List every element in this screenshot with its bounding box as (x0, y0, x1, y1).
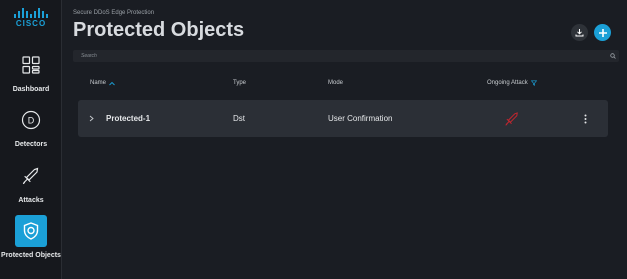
main-content: Secure DDoS Edge Protection Protected Ob… (62, 0, 627, 279)
sidebar-item-dashboard[interactable]: Dashboard (0, 49, 62, 94)
sidebar-item-label: Attacks (18, 197, 44, 204)
sidebar-item-label: Dashboard (12, 86, 50, 93)
kebab-menu-icon[interactable] (584, 100, 587, 137)
cisco-logo-bars-icon (0, 8, 62, 18)
logo-text: CISCO (15, 19, 47, 28)
sort-ascending-icon (109, 81, 115, 85)
dashboard-grid-icon (15, 49, 47, 81)
table-header: Name Type Mode Ongoing Attack (78, 80, 608, 90)
row-name[interactable]: Protected-1 (106, 100, 150, 137)
sidebar-item-attacks[interactable]: Attacks (0, 160, 62, 205)
column-header-mode[interactable]: Mode (328, 80, 343, 86)
sidebar-item-label: Detectors (14, 141, 48, 148)
search-icon[interactable] (607, 50, 619, 62)
cisco-logo: CISCO (0, 8, 62, 28)
column-header-type[interactable]: Type (233, 80, 246, 86)
row-mode: User Confirmation (328, 114, 393, 123)
page-title: Protected Objects (73, 19, 245, 41)
filter-icon[interactable] (530, 80, 537, 86)
app-window: CISCO Dashboard D Detectors Attacks Prot… (0, 0, 627, 279)
chevron-right-icon[interactable] (89, 100, 94, 137)
plus-icon (598, 28, 607, 37)
search-bar (73, 50, 619, 62)
sidebar: CISCO Dashboard D Detectors Attacks Prot… (0, 0, 62, 279)
column-header-ongoing-attack[interactable]: Ongoing Attack (487, 80, 537, 86)
page-subtitle: Secure DDoS Edge Protection (73, 10, 155, 16)
search-input[interactable] (73, 50, 607, 62)
attack-sword-icon (504, 100, 520, 137)
sidebar-item-detectors[interactable]: D Detectors (0, 104, 62, 149)
detector-d-icon: D (15, 104, 47, 136)
download-button[interactable] (571, 24, 588, 41)
sidebar-item-label: Protected Objects (1, 252, 61, 259)
download-icon (575, 29, 584, 37)
shield-icon (15, 215, 47, 247)
table-row[interactable]: Protected-1 Dst User Confirmation (78, 100, 608, 137)
attack-sword-icon (15, 160, 47, 192)
svg-text:D: D (28, 116, 35, 126)
sidebar-item-protected-objects[interactable]: Protected Objects (0, 215, 62, 260)
row-type: Dst (233, 114, 245, 123)
column-header-name[interactable]: Name (90, 80, 115, 86)
add-protected-object-button[interactable] (594, 24, 611, 41)
